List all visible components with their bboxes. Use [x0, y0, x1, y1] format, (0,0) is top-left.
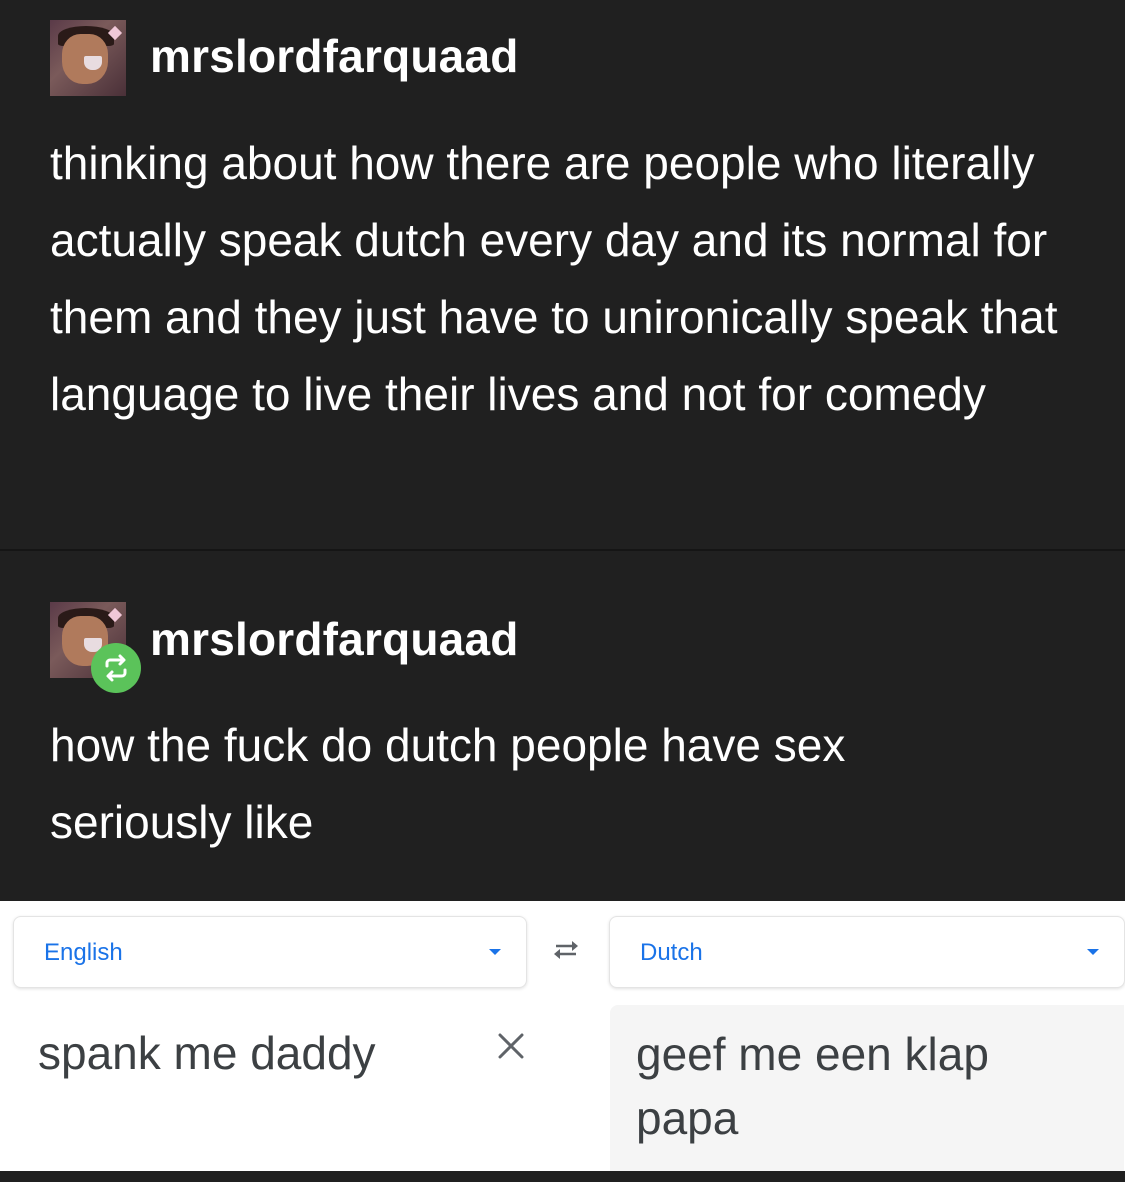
swap-languages-icon[interactable]	[548, 938, 584, 967]
reblog-icon	[91, 643, 141, 693]
source-text[interactable]: spank me daddy	[38, 1022, 376, 1084]
dropdown-caret-icon	[489, 949, 501, 955]
post-username[interactable]: mrslordfarquaad	[150, 26, 519, 86]
source-language-select[interactable]: English	[13, 916, 527, 988]
translated-text: geef me een klap papa	[636, 1028, 989, 1144]
target-language-select[interactable]: Dutch	[609, 916, 1125, 988]
reblog-username[interactable]: mrslordfarquaad	[150, 609, 519, 669]
reblog-body-text: how the fuck do dutch people have sex se…	[50, 719, 846, 848]
post-body-text: thinking about how there are people who …	[50, 137, 1058, 420]
avatar[interactable]	[50, 20, 126, 96]
original-post: mrslordfarquaad thinking about how there…	[0, 0, 1125, 549]
bottom-border	[0, 1171, 1125, 1182]
target-language-label: Dutch	[640, 939, 703, 966]
source-language-label: English	[44, 939, 123, 966]
reblog-post: mrslordfarquaad how the fuck do dutch pe…	[0, 551, 1125, 901]
clear-icon[interactable]	[493, 1028, 529, 1064]
dropdown-caret-icon	[1087, 949, 1099, 955]
